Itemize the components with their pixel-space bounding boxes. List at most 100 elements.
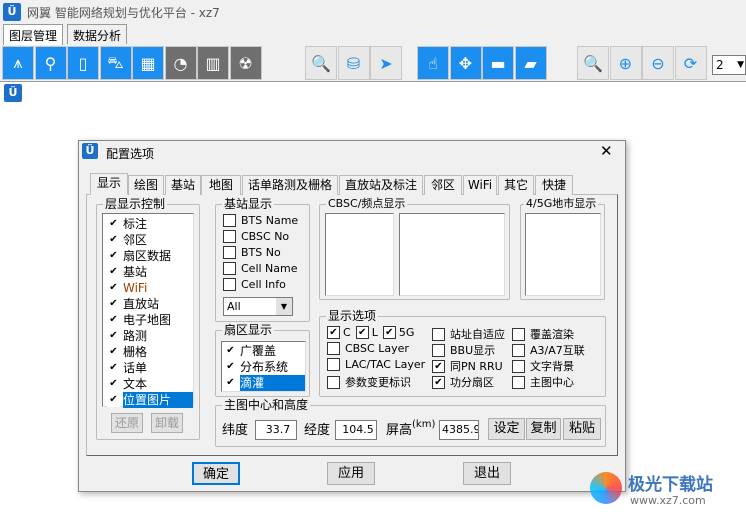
checkbox-unchecked[interactable]	[512, 327, 525, 341]
city-list[interactable]	[525, 213, 601, 296]
zoom-button[interactable]: 🔍	[577, 46, 609, 80]
layer-item[interactable]: ✔ WiFi	[107, 280, 193, 296]
checkbox-checked[interactable]: ✔	[382, 326, 396, 339]
layer-item[interactable]: ✔ 电子地图	[107, 312, 193, 328]
layer-item[interactable]: ✔ 邻区	[107, 232, 193, 248]
cbsc-list[interactable]	[325, 213, 394, 296]
checkbox-checked[interactable]: ✔	[355, 326, 369, 339]
pie-folder-button[interactable]: ◔	[164, 46, 197, 80]
sector-item[interactable]: ✔ 广覆盖	[224, 343, 305, 359]
checkbox-unchecked[interactable]	[327, 358, 340, 371]
display-option[interactable]: 主图中心	[512, 374, 574, 390]
sector-list[interactable]: ✔ 广覆盖 ✔ 分布系统 ✔ 滴灌	[221, 341, 306, 392]
layer-item[interactable]: ✔ 栅格	[107, 344, 193, 360]
display-option[interactable]: 站址自适应	[432, 326, 505, 342]
checkbox-checked[interactable]: ✔	[107, 329, 120, 343]
layer-item[interactable]: ✔ 直放站	[107, 296, 193, 312]
dialog-tab-6[interactable]: 邻区	[424, 175, 462, 195]
checkbox-checked[interactable]: ✔	[107, 313, 120, 327]
layer-item[interactable]: ✔ 话单	[107, 360, 193, 376]
screen-height-input[interactable]: 4385.98	[439, 420, 479, 440]
checkbox-checked[interactable]: ✔	[107, 345, 120, 359]
location-folder-button[interactable]: ⚲	[34, 46, 67, 80]
display-option[interactable]: 参数变更标识	[327, 374, 411, 390]
antenna-folder-button[interactable]: ⩚	[2, 46, 34, 80]
car-folder-button[interactable]: ⛍	[99, 46, 132, 80]
zoom-in-button[interactable]: ⊕	[609, 46, 642, 80]
bts-option[interactable]: Cell Name	[223, 262, 298, 275]
exit-button[interactable]: 退出	[463, 462, 511, 485]
grid-folder-button[interactable]: ▦	[132, 46, 164, 80]
checkbox-checked[interactable]: ✔	[107, 361, 120, 375]
layer-item[interactable]: ✔ 扇区数据	[107, 248, 193, 264]
dialog-tab-3[interactable]: 地图	[201, 175, 241, 195]
checkbox-unchecked[interactable]	[432, 343, 445, 357]
tab-data-analysis[interactable]: 数据分析	[67, 24, 128, 44]
dialog-tab-4[interactable]: 话单路测及栅格	[242, 175, 338, 195]
checkbox-checked[interactable]: ✔	[107, 265, 120, 279]
checkbox-checked[interactable]: ✔	[432, 375, 445, 389]
sector-item[interactable]: ✔ 分布系统	[224, 359, 305, 375]
checkbox-checked[interactable]: ✔	[107, 281, 120, 295]
checkbox-checked[interactable]: ✔	[107, 377, 120, 391]
hand-button[interactable]: ☝	[417, 46, 449, 80]
checkbox-checked[interactable]: ✔	[107, 217, 120, 231]
ruler-button[interactable]: ▬	[482, 46, 514, 80]
dialog-tab-0[interactable]: 显示	[90, 173, 128, 195]
checkbox-unchecked[interactable]	[432, 327, 445, 341]
dialog-tab-1[interactable]: 绘图	[128, 175, 164, 195]
ok-button[interactable]: 确定	[192, 462, 240, 485]
database-button[interactable]: ⛁	[337, 46, 370, 80]
checkbox-unchecked[interactable]	[512, 359, 525, 373]
layer-item[interactable]: ✔ 基站	[107, 264, 193, 280]
display-option[interactable]: LAC/TAC Layer	[327, 358, 425, 371]
pointer-button[interactable]: ➤	[370, 46, 402, 80]
checkbox-unchecked[interactable]	[223, 246, 236, 259]
frequency-list[interactable]	[399, 213, 505, 296]
checkbox-checked[interactable]: ✔	[327, 326, 340, 339]
checkbox-unchecked[interactable]	[223, 278, 236, 291]
display-option[interactable]: ✔ 功分扇区	[432, 374, 494, 390]
map-button[interactable]: ▰	[514, 46, 547, 80]
close-icon[interactable]: ✕	[600, 142, 613, 160]
checkbox-unchecked[interactable]	[223, 230, 236, 243]
option-c[interactable]: ✔ C ✔ L ✔ 5G	[327, 326, 414, 339]
set-button[interactable]: 设定	[488, 418, 525, 440]
chart-folder-button[interactable]: ▥	[197, 46, 229, 80]
checkbox-checked[interactable]: ✔	[224, 360, 237, 374]
longitude-input[interactable]: 104.5	[335, 420, 377, 440]
radiation-folder-button[interactable]: ☢	[229, 46, 262, 80]
dialog-tab-5[interactable]: 直放站及标注	[339, 175, 423, 195]
bts-option[interactable]: BTS Name	[223, 214, 298, 227]
bts-filter-select[interactable]: All ▼	[223, 297, 293, 316]
checkbox-unchecked[interactable]	[512, 375, 525, 389]
bts-option[interactable]: BTS No	[223, 246, 281, 259]
checkbox-checked[interactable]: ✔	[107, 393, 120, 407]
display-option[interactable]: ✔ 同PN RRU	[432, 358, 503, 374]
zoom-level-select[interactable]: 2 ▼	[712, 55, 746, 75]
checkbox-checked[interactable]: ✔	[107, 297, 120, 311]
checkbox-checked[interactable]: ✔	[224, 344, 237, 358]
sector-item[interactable]: ✔ 滴灌	[224, 375, 305, 391]
phone-folder-button[interactable]: ▯	[67, 46, 99, 80]
bts-option[interactable]: CBSC No	[223, 230, 289, 243]
move-button[interactable]: ✥	[449, 46, 482, 80]
checkbox-unchecked[interactable]	[327, 342, 340, 355]
checkbox-checked[interactable]: ✔	[107, 249, 120, 263]
layer-item[interactable]: ✔ 路测	[107, 328, 193, 344]
dialog-tab-2[interactable]: 基站	[165, 175, 201, 195]
paste-button[interactable]: 粘贴	[563, 418, 601, 440]
dialog-tab-9[interactable]: 快捷	[535, 175, 573, 195]
display-option[interactable]: 覆盖渲染	[512, 326, 574, 342]
checkbox-unchecked[interactable]	[223, 214, 236, 227]
apply-button[interactable]: 应用	[327, 462, 375, 485]
layer-item[interactable]: ✔ 标注	[107, 216, 193, 232]
dialog-tab-7[interactable]: WiFi	[463, 175, 497, 195]
tab-layer-management[interactable]: 图层管理	[3, 24, 64, 45]
checkbox-checked[interactable]: ✔	[107, 233, 120, 247]
refresh-button[interactable]: ⟳	[674, 46, 707, 80]
display-option[interactable]: 文字背景	[512, 358, 574, 374]
latitude-input[interactable]: 33.7	[255, 420, 297, 440]
layer-item[interactable]: ✔ 位置图片	[107, 392, 193, 408]
layer-list[interactable]: ✔ 标注 ✔ 邻区 ✔ 扇区数据 ✔ 基站 ✔ WiFi ✔ 直放站 ✔ 电子地图 ✔ 路测 ✔ 栅格 ✔ 话单 ✔ 文本…	[102, 213, 194, 408]
